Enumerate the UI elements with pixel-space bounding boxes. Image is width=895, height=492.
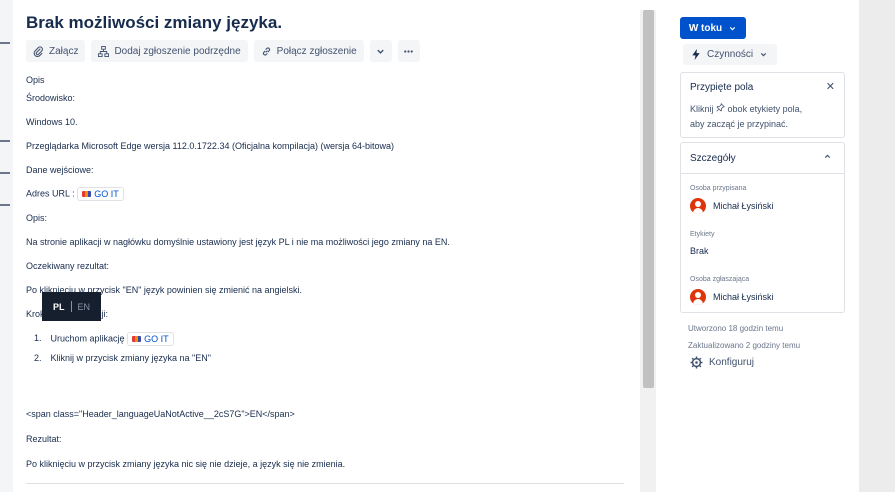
- link-icon: [262, 46, 270, 56]
- background-overlay: [859, 0, 895, 492]
- details-title: Szczegóły: [690, 153, 736, 164]
- chevron-up-icon: [824, 154, 831, 159]
- reporter-name: Michał Łysiński: [713, 292, 774, 302]
- assignee-label: Osoba przypisana: [690, 185, 747, 192]
- assignee-name: Michał Łysiński: [713, 201, 774, 211]
- assignee-field[interactable]: Michał Łysiński: [690, 198, 774, 214]
- language-toggle-image: PL EN: [42, 292, 101, 321]
- attach-button[interactable]: Załącz: [26, 40, 86, 62]
- issue-main-panel: Brak możliwości zmiany języka. Załącz Do…: [13, 0, 640, 492]
- pinned-hint-end: aby zacząć je przypinać.: [690, 119, 789, 129]
- link-issue-label: Połącz zgłoszenie: [276, 45, 357, 57]
- pinned-title: Przypięte pola: [690, 82, 754, 93]
- more-actions-button[interactable]: [397, 40, 420, 62]
- lightning-icon: [692, 49, 700, 60]
- paperclip-icon: [33, 45, 43, 57]
- link-issue-button[interactable]: Połącz zgłoszenie: [253, 40, 364, 62]
- lang-separator: [70, 301, 72, 312]
- env-label: Środowisko:: [26, 93, 76, 103]
- pin-icon: [716, 103, 726, 112]
- step-text: Uruchom aplikację: [50, 333, 125, 344]
- site-favicon-icon: [82, 191, 92, 197]
- left-sidebar-edge: [0, 0, 13, 492]
- avatar: [690, 289, 706, 305]
- more-icon: [404, 49, 414, 53]
- details-panel: Szczegóły Osoba przypisana Michał Łysińs…: [680, 142, 845, 313]
- chevron-down-icon: [377, 49, 384, 54]
- labels-label: Etykiety: [690, 231, 715, 238]
- step-text: Kliknij w przycisk zmiany języka na "EN": [50, 353, 211, 363]
- url-smart-link[interactable]: GO IT: [77, 187, 124, 201]
- actions-label: Czynności: [707, 49, 754, 60]
- avatar: [690, 198, 706, 214]
- created-timestamp: Utworzono 18 godzin temu: [688, 324, 784, 333]
- step-item: 1. Uruchom aplikację GO IT: [34, 332, 174, 346]
- attach-label: Załącz: [49, 45, 79, 57]
- details-header[interactable]: Szczegóły: [681, 143, 844, 174]
- code-line: <span class="Header_languageUaNotActive_…: [26, 409, 295, 419]
- step-number: 2.: [34, 353, 42, 363]
- chevron-down-icon: [760, 52, 767, 57]
- pinned-hint-mid: obok etykiety pola,: [727, 104, 803, 114]
- url-chip-label: GO IT: [94, 189, 119, 199]
- lang-pl: PL: [52, 301, 65, 312]
- issue-sidebar: W toku Czynności Przypięte pola ✕ Klikni…: [656, 0, 859, 492]
- issue-title[interactable]: Brak możliwości zmiany języka.: [26, 13, 282, 33]
- status-label: W toku: [688, 22, 723, 34]
- hierarchy-icon: [98, 45, 110, 57]
- desc-text: Na stronie aplikacji w nagłówku domyślni…: [26, 237, 450, 247]
- issue-toolbar: Załącz Dodaj zgłoszenie podrzędne Połącz…: [26, 40, 420, 62]
- description-heading: Opis: [26, 75, 45, 85]
- site-favicon-icon: [132, 336, 142, 342]
- step-smart-link[interactable]: GO IT: [127, 332, 174, 346]
- scrollbar-thumb[interactable]: [643, 10, 654, 388]
- link-issue-dropdown[interactable]: [369, 40, 392, 62]
- chevron-down-icon: [729, 26, 736, 30]
- url-label: Adres URL :: [26, 188, 75, 199]
- desc-label: Opis:: [26, 213, 48, 223]
- reporter-field[interactable]: Michał Łysiński: [690, 289, 774, 305]
- left-fragment: [0, 42, 10, 48]
- left-fragment: [0, 140, 10, 146]
- step-number: 1.: [34, 333, 42, 344]
- expected-label: Oczekiwany rezultat:: [26, 261, 110, 271]
- reporter-label: Osoba zgłaszająca: [690, 276, 750, 283]
- env-browser: Przeglądarka Microsoft Edge wersja 112.0…: [26, 141, 395, 151]
- url-row: Adres URL : GO IT: [26, 187, 124, 201]
- step-item: 2. Kliknij w przycisk zmiany języka na "…: [34, 353, 211, 363]
- pinned-hint-start: Kliknij: [690, 104, 714, 114]
- left-fragment: [0, 172, 10, 178]
- add-child-label: Dodaj zgłoszenie podrzędne: [114, 45, 241, 57]
- pinned-fields-panel: Przypięte pola ✕ Kliknij obok etykiety p…: [680, 72, 845, 138]
- pinned-hint: Kliknij obok etykiety pola, aby zacząć j…: [690, 102, 840, 132]
- left-fragment: [0, 204, 10, 210]
- configure-button[interactable]: Konfiguruj: [690, 356, 754, 369]
- add-child-issue-button[interactable]: Dodaj zgłoszenie podrzędne: [91, 40, 248, 62]
- gear-icon: [690, 356, 703, 369]
- result-text: Po kliknięciu w przycisk zmiany języka n…: [26, 459, 346, 469]
- lang-en: EN: [77, 301, 91, 312]
- step-chip-label: GO IT: [144, 334, 169, 344]
- actions-button[interactable]: Czynności: [683, 44, 777, 65]
- input-label: Dane wejściowe:: [26, 165, 94, 175]
- status-button[interactable]: W toku: [680, 17, 746, 39]
- labels-value[interactable]: Brak: [690, 246, 709, 256]
- close-icon[interactable]: ✕: [826, 80, 835, 93]
- env-os: Windows 10.: [26, 117, 78, 127]
- result-label: Rezultat:: [26, 434, 62, 444]
- divider: [26, 483, 624, 484]
- configure-label: Konfiguruj: [709, 357, 755, 368]
- updated-timestamp: Zaktualizowano 2 godziny temu: [688, 341, 801, 350]
